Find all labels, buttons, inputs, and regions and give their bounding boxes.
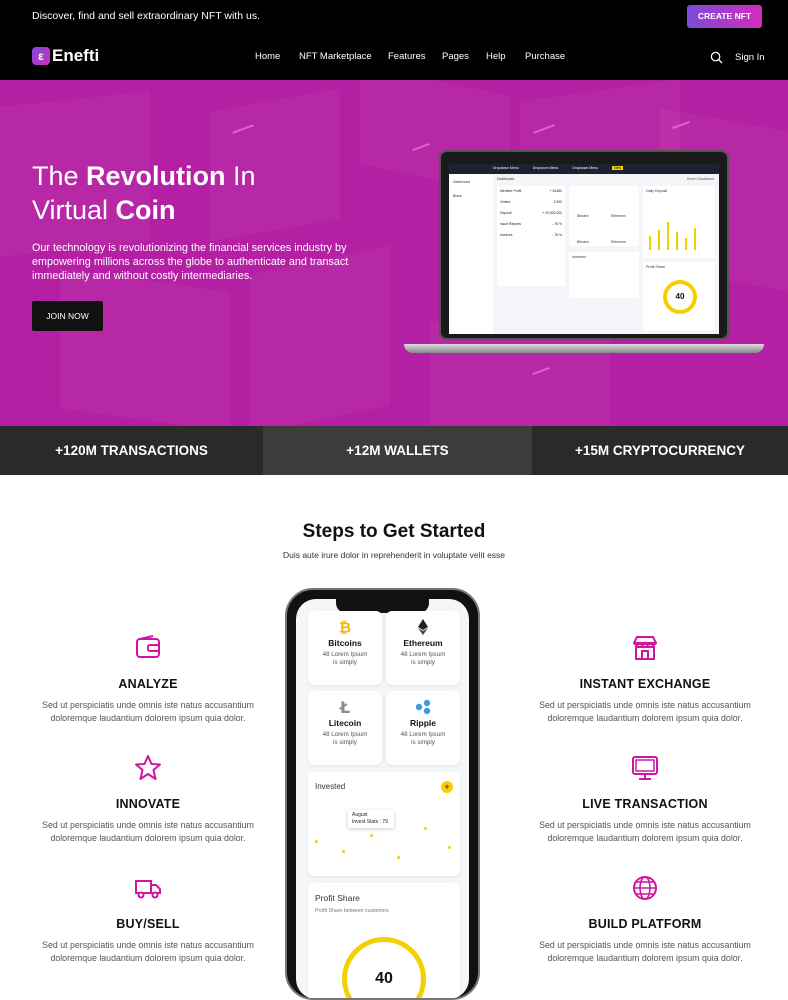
feature-instant-exchange: INSTANT EXCHANGE Sed ut perspiciatis und… [530,633,760,725]
stat-transactions: +120M TRANSACTIONS [0,426,263,475]
search-icon[interactable] [710,51,723,64]
laptop-mockup: Dropdown Menu Dropdown Menu Dropdown Menu N… [404,147,764,357]
feature-analyze: ANALYZE Sed ut perspiciatis unde omnis i… [33,633,263,725]
invested-panel: Invested + August Invest Stats : 79 [308,772,460,876]
coin-card-litecoin: Ł Litecoin 48 Lorem Ipsum is simply [308,691,382,765]
svg-text:₿: ₿ [339,619,351,635]
globe-icon [633,876,657,900]
logo[interactable]: ε Enefti [32,46,99,66]
feature-innovate: INNOVATE Sed ut perspiciatis unde omnis … [33,753,263,845]
truck-icon [135,880,161,899]
nav-purchase[interactable]: Purchase [525,51,565,62]
wallet-icon [136,635,160,658]
profit-share-panel: Profit Share Profit Share between custom… [308,883,460,998]
coin-card-ethereum: Ethereum 48 Lorem Ipsum is simply [386,611,460,685]
add-icon[interactable]: + [441,781,453,793]
top-bar: Discover, find and sell extraordinary NF… [0,0,788,34]
feature-buy-sell: BUY/SELL Sed ut perspiciatis unde omnis … [33,873,263,965]
stat-cryptocurrency: +15M CRYPTOCURRENCY [532,426,788,475]
nav-home[interactable]: Home [255,51,280,62]
steps-subtitle: Duis aute irure dolor in reprehenderit i… [282,550,506,560]
ethereum-icon [418,619,428,635]
feature-build-platform: BUILD PLATFORM Sed ut perspiciatis unde … [530,873,760,965]
phone-mockup: ₿ Bitcoins 48 Lorem Ipsum is simply Ethe… [285,588,480,1000]
feature-live-transaction: LIVE TRANSACTION Sed ut perspiciatis und… [530,753,760,845]
monitor-icon [632,756,658,780]
star-icon [135,755,161,780]
stats-bar: +120M TRANSACTIONS +12M WALLETS +15M CRY… [0,426,788,475]
join-now-button[interactable]: JOIN NOW [32,301,103,331]
logo-text: Enefti [52,46,100,65]
hero-description: Our technology is revolutionizing the fi… [32,242,349,282]
create-nft-button[interactable]: CREATE NFT [687,5,762,28]
bitcoin-icon: ₿ [339,619,351,635]
main-nav: ε Enefti Home NFT Marketplace Features P… [0,34,788,80]
sign-in-link[interactable]: Sign In [735,52,765,63]
nav-pages[interactable]: Pages [442,51,469,62]
chart-tooltip: August Invest Stats : 79 [348,810,394,828]
ripple-icon [415,699,431,715]
profit-gauge: 40 [342,937,426,998]
top-message: Discover, find and sell extraordinary NF… [32,10,260,22]
logo-icon: ε [32,47,50,65]
hero-section: The Revolution In Virtual Coin Our techn… [0,80,788,426]
coin-card-ripple: Ripple 48 Lorem Ipsum is simply [386,691,460,765]
nav-nft-marketplace[interactable]: NFT Marketplace [299,51,372,62]
stat-wallets: +12M WALLETS [263,426,532,475]
steps-title: Steps to Get Started [302,521,486,542]
phone-screen: ₿ Bitcoins 48 Lorem Ipsum is simply Ethe… [296,599,469,998]
hero-title: The Revolution In Virtual Coin [32,161,256,225]
store-icon [633,636,657,660]
litecoin-icon: Ł [339,699,350,715]
svg-text:Ł: Ł [339,699,350,715]
nav-features[interactable]: Features [388,51,426,62]
coin-card-bitcoin: ₿ Bitcoins 48 Lorem Ipsum is simply [308,611,382,685]
nav-help[interactable]: Help [486,51,506,62]
dashboard-screenshot: Dropdown Menu Dropdown Menu Dropdown Menu N… [449,164,719,334]
